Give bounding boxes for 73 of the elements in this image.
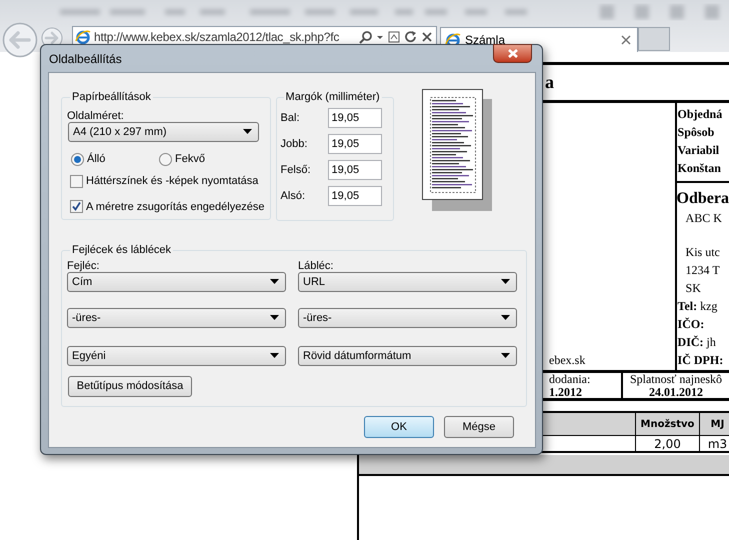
tab-title: Számla [465, 32, 506, 49]
field-label: Fejléc: [67, 259, 100, 273]
customer-info-text: 1234 T [684, 262, 721, 279]
date-value: 24.01.2012 [649, 386, 703, 399]
caret-icon [270, 279, 279, 285]
font-button[interactable]: Betűtípus módosítása [68, 376, 192, 397]
checkbox-label: Háttérszínek és -képek nyomtatása [86, 174, 258, 189]
caret-icon [501, 353, 510, 359]
compatibility-icon[interactable] [387, 30, 401, 44]
margin-input[interactable]: 19,05 [328, 134, 382, 154]
customer-info-text: Odbera [676, 181, 729, 209]
dropdown[interactable]: Rövid dátumformátum [298, 346, 517, 366]
column-header: MJ [710, 418, 726, 432]
dialog-button[interactable]: OK [364, 416, 434, 438]
dropdown[interactable]: Egyéni [67, 346, 286, 366]
date-label: Splatnosť najneskô [630, 373, 722, 386]
dropdown[interactable]: -üres- [298, 308, 517, 328]
invoice-title: a [545, 71, 554, 94]
checkbox-label: A méretre zsugorítás engedélyezése [86, 200, 265, 214]
close-icon[interactable] [421, 31, 433, 43]
checkbox[interactable] [70, 200, 83, 214]
dropdown[interactable]: URL [298, 272, 517, 292]
margin-input[interactable]: 19,05 [328, 160, 382, 180]
caret-icon [501, 279, 510, 285]
table-cell: 2,00 [636, 436, 700, 451]
customer-info-text: DIČ: jh [676, 334, 717, 351]
margin-input[interactable]: 19,05 [328, 186, 382, 206]
field-label: Bal: [280, 110, 301, 126]
close-button[interactable] [493, 44, 532, 63]
radio-label: Álló [87, 152, 106, 167]
caret-icon [501, 315, 510, 321]
website-text: ebex.sk [549, 352, 586, 369]
field-label: Jobb: [280, 136, 308, 152]
field-label: Felső: [280, 162, 312, 178]
radio-button[interactable] [71, 152, 84, 166]
checkbox[interactable] [70, 174, 83, 188]
date-label: dodania: [549, 373, 592, 386]
customer-info-text: Variabil [676, 142, 720, 159]
dropdown[interactable]: Cím [67, 272, 286, 292]
field-label: Oldalméret: [67, 109, 125, 123]
radio-button[interactable] [159, 152, 172, 166]
customer-info-text: Tel: kzg [676, 298, 718, 315]
customer-info-text: Spôsob [676, 124, 716, 141]
dialog-button[interactable]: Mégse [444, 416, 514, 438]
date-value: 1.2012 [549, 386, 583, 399]
radio-label: Fekvő [175, 152, 205, 167]
url-text: http://www.kebex.sk/szamla2012/tlac_sk.php?fc [94, 30, 340, 44]
field-label: Lábléc: [298, 259, 334, 273]
caret-icon [270, 353, 279, 359]
search-icon[interactable] [359, 30, 373, 44]
dropdown[interactable]: -üres- [67, 308, 286, 328]
ie-logo-icon [75, 29, 91, 45]
caret-icon [270, 315, 279, 321]
customer-info-text: Konštan [676, 160, 722, 177]
close-icon[interactable] [621, 35, 631, 45]
dropdown[interactable]: A4 (210 x 297 mm) [68, 122, 259, 142]
customer-info-text: SK [684, 280, 702, 297]
customer-info-text: Objedná [676, 106, 724, 123]
group-label: Margók (milliméter) [284, 90, 381, 104]
refresh-icon[interactable] [404, 30, 418, 44]
customer-info-text: ABC K [684, 210, 723, 227]
caret-icon [243, 129, 252, 135]
margin-input[interactable]: 19,05 [328, 108, 382, 128]
customer-info-text: IČO: [676, 316, 706, 333]
table-cell-text: m3 [706, 436, 728, 451]
field-label: Alsó: [280, 188, 306, 204]
close-icon [506, 48, 518, 59]
column-header: Množstvo [636, 413, 700, 435]
group-label: Papírbeállítások [71, 90, 152, 104]
customer-info-text: IČ DPH: [676, 352, 724, 369]
dialog-title: Oldalbeállítás [49, 51, 122, 68]
group-label: Fejlécek és láblécek [71, 243, 172, 257]
customer-info-text: Kis utc [684, 244, 721, 261]
